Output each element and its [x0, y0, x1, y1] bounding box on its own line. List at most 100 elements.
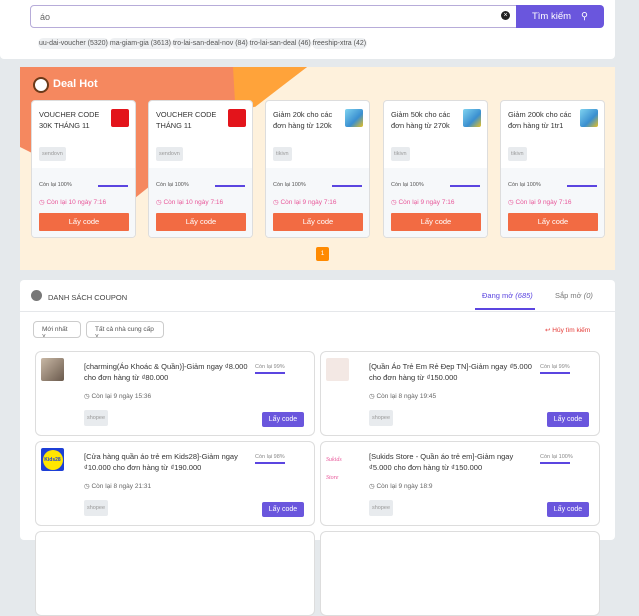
- tag-chip[interactable]: freeship-xtra (42): [311, 38, 368, 49]
- get-code-button[interactable]: Lấy code: [508, 213, 598, 231]
- remaining-bar: [567, 185, 597, 187]
- tiki-logo: [463, 109, 481, 127]
- coupon-card: [Quần Áo Trẻ Em Rẻ Đẹp TN]-Giảm ngay ₫5.…: [320, 351, 600, 436]
- coupon-badge-icon: [31, 290, 42, 301]
- deal-card: VOUCHER CODE THÁNG 11 sendovn Còn lại 10…: [148, 100, 253, 238]
- provider-tag: sendovn: [39, 147, 66, 161]
- search-icon: ⚲: [581, 11, 589, 22]
- time-text: Còn lại 9 ngày 7:16: [398, 199, 455, 206]
- coupon-card: Kids28 [Cửa hàng quần áo trẻ em Kids28]-…: [35, 441, 315, 526]
- active-tab-indicator: [475, 308, 535, 310]
- tab-count: (0): [583, 291, 593, 300]
- time-text: Còn lại 9 ngày 7:16: [515, 199, 572, 206]
- remaining-bar: [255, 372, 285, 374]
- get-code-button[interactable]: Lấy code: [391, 213, 481, 231]
- get-code-button[interactable]: Lấy code: [547, 502, 589, 517]
- deal-title: Giảm 200k cho các đơn hàng từ 1tr1: [508, 110, 572, 130]
- get-code-button[interactable]: Lấy code: [273, 213, 363, 231]
- search-input[interactable]: áo: [30, 5, 517, 28]
- remaining-label: Còn lại 100%: [391, 182, 424, 188]
- remaining-bar: [255, 462, 285, 464]
- provider-tag: tikivn: [273, 147, 292, 161]
- remaining-label: Còn lại 100%: [39, 182, 72, 188]
- time-remaining: ◷ Còn lại 9 ngày 7:16: [273, 199, 337, 206]
- time-remaining: ◷ Còn lại 10 ngày 7:16: [39, 199, 107, 206]
- provider-tag: shopee: [84, 410, 109, 426]
- get-code-button[interactable]: Lấy code: [262, 412, 304, 427]
- tag-chip[interactable]: tro-lai-san-deal (46): [248, 38, 312, 49]
- tag-chip[interactable]: uu-dai-voucher (5320): [38, 38, 109, 49]
- deal-card: VOUCHER CODE 30K THÁNG 11 sendovn Còn lạ…: [31, 100, 136, 238]
- provider-tag: shopee: [369, 410, 394, 426]
- sendo-logo: [228, 109, 246, 127]
- deal-card: Giảm 50k cho các đơn hàng từ 270k tikivn…: [383, 100, 488, 238]
- time-remaining: ◷ Còn lại 8 ngày 21:31: [84, 483, 152, 490]
- remaining-label: Còn lại 100%: [273, 182, 306, 188]
- remaining-bar: [450, 185, 480, 187]
- shop-logo: Kids28: [41, 448, 64, 471]
- provider-tag: sendovn: [156, 147, 183, 161]
- remaining-bar: [98, 185, 128, 187]
- tiki-logo: [345, 109, 363, 127]
- time-text: Còn lại 10 ngày 7:16: [163, 199, 224, 206]
- get-code-button[interactable]: Lấy code: [39, 213, 129, 231]
- provider-select[interactable]: Tất cả nhà cung cấp ˅: [86, 321, 164, 340]
- section-title: DANH SÁCH COUPON: [48, 293, 128, 302]
- deal-hot-title: Deal Hot: [53, 78, 98, 90]
- shop-logo: [41, 358, 64, 381]
- get-code-button[interactable]: Lấy code: [262, 502, 304, 517]
- remaining-label: Còn lại 99%: [255, 364, 285, 370]
- time-text: Còn lại 9 ngày 15:36: [91, 393, 152, 400]
- sort-value: Mới nhất: [42, 326, 68, 333]
- cancel-search-link[interactable]: ↩ Hủy tìm kiếm: [545, 326, 590, 334]
- deal-title: VOUCHER CODE 30K THÁNG 11: [39, 110, 100, 130]
- deal-hot-section: Deal Hot VOUCHER CODE 30K THÁNG 11 sendo…: [20, 67, 615, 270]
- coupon-card: [320, 531, 600, 616]
- pagination-page-1[interactable]: 1: [316, 247, 329, 261]
- clear-search-icon[interactable]: ×: [501, 11, 510, 20]
- time-text: Còn lại 10 ngày 7:16: [46, 199, 107, 206]
- time-remaining: ◷ Còn lại 9 ngày 7:16: [391, 199, 455, 206]
- search-button[interactable]: Tìm kiếm ⚲: [516, 5, 604, 28]
- time-text: Còn lại 8 ngày 21:31: [91, 483, 152, 490]
- time-remaining: ◷ Còn lại 9 ngày 7:16: [508, 199, 572, 206]
- coupon-title: [Quần Áo Trẻ Em Rẻ Đẹp TN]-Giảm ngay ₫5.…: [369, 362, 532, 382]
- get-code-button[interactable]: Lấy code: [156, 213, 246, 231]
- time-remaining: ◷ Còn lại 10 ngày 7:16: [156, 199, 224, 206]
- remaining-bar: [215, 185, 245, 187]
- deal-title: Giảm 50k cho các đơn hàng từ 270k: [391, 110, 451, 130]
- search-button-label: Tìm kiếm: [531, 11, 572, 22]
- tab-label: Sắp mở: [555, 291, 582, 300]
- deal-card: Giảm 20k cho các đơn hàng từ 120k tikivn…: [265, 100, 370, 238]
- provider-tag: shopee: [369, 500, 394, 516]
- time-text: Còn lại 8 ngày 19:45: [376, 393, 437, 400]
- tab-dang-mo[interactable]: Đang mở (685): [482, 291, 533, 300]
- coupon-title: [Sukids Store - Quần áo trẻ em]-Giảm nga…: [369, 452, 514, 472]
- coupon-card: Sukids Store [Sukids Store - Quần áo trẻ…: [320, 441, 600, 526]
- get-code-button[interactable]: Lấy code: [547, 412, 589, 427]
- clock-fire-icon: [33, 77, 49, 93]
- sort-select[interactable]: Mới nhất ˅: [33, 321, 81, 340]
- provider-value: Tất cả nhà cung cấp: [95, 326, 154, 333]
- remaining-bar: [540, 372, 570, 374]
- provider-tag: tikivn: [391, 147, 410, 161]
- coupon-title: [charming(Áo Khoác & Quần)]-Giảm ngay ₫8…: [84, 362, 248, 382]
- remaining-bar: [332, 185, 362, 187]
- provider-tag: tikivn: [508, 147, 527, 161]
- coupon-title: [Cửa hàng quần áo trẻ em Kids28]-Giảm ng…: [84, 452, 238, 472]
- remaining-bar: [540, 462, 570, 464]
- tab-count: (685): [515, 291, 533, 300]
- time-text: Còn lại 9 ngày 18:9: [376, 483, 433, 490]
- remaining-label: Còn lại 100%: [508, 182, 541, 188]
- shop-logo: Sukids Store: [326, 448, 349, 481]
- tag-chip[interactable]: ma-giam-gia (3613): [108, 38, 172, 49]
- provider-tag: shopee: [84, 500, 109, 516]
- time-remaining: ◷ Còn lại 9 ngày 15:36: [84, 393, 152, 400]
- time-remaining: ◷ Còn lại 8 ngày 19:45: [369, 393, 437, 400]
- tag-chip[interactable]: tro-lai-san-deal-nov (84): [171, 38, 249, 49]
- coupon-card: [charming(Áo Khoác & Quần)]-Giảm ngay ₫8…: [35, 351, 315, 436]
- coupon-card: [35, 531, 315, 616]
- cancel-label: Hủy tìm kiếm: [552, 327, 591, 334]
- tab-sap-mo[interactable]: Sắp mở (0): [555, 291, 593, 300]
- deal-title: Giảm 20k cho các đơn hàng từ 120k: [273, 110, 333, 130]
